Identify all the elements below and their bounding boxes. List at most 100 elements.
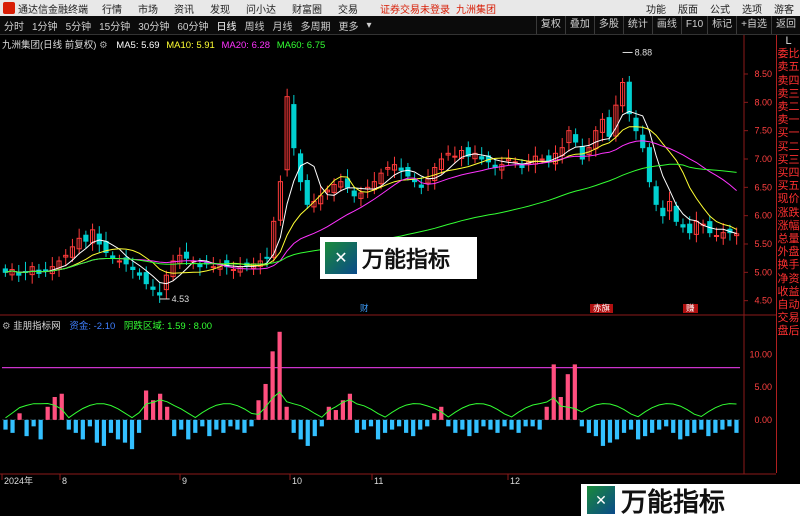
- indicator-bar: [214, 419, 219, 430]
- indicator-bar: [263, 383, 268, 420]
- indicator-bar: [600, 419, 606, 446]
- side-label-0[interactable]: L: [777, 35, 800, 48]
- indicator-bar: [474, 419, 479, 433]
- price-axis-label: 6.00: [754, 211, 772, 221]
- indicator-bar: [727, 419, 732, 427]
- candle-body: [452, 155, 458, 158]
- indicator-bar: [411, 419, 416, 437]
- watermark-logo: ✕ 万能指标: [320, 237, 477, 279]
- side-label-16[interactable]: 外盘: [777, 246, 800, 259]
- side-label-18[interactable]: 净资: [777, 273, 800, 286]
- indicator-bar: [713, 419, 718, 433]
- indicator-bar: [31, 419, 36, 427]
- event-marker-finance[interactable]: 财: [357, 304, 372, 313]
- indicator-bar: [45, 406, 50, 420]
- watermark-text: 万能指标: [362, 248, 451, 273]
- side-label-19[interactable]: 收益: [777, 286, 800, 299]
- indicator-bar: [671, 419, 676, 433]
- indicator-bar: [382, 419, 388, 433]
- side-label-1[interactable]: 委比: [777, 48, 800, 61]
- indicator-bar: [551, 364, 556, 420]
- date-axis-label: 12: [510, 476, 520, 486]
- indicator-bar: [558, 397, 563, 420]
- indicator-bar: [734, 419, 739, 433]
- side-label-22[interactable]: 盘后: [777, 325, 800, 338]
- indicator-bar: [628, 419, 634, 430]
- candle-body: [264, 256, 270, 259]
- candle-body: [640, 134, 646, 149]
- candle-body: [687, 223, 693, 234]
- indicator-bar: [326, 406, 331, 420]
- indicator-bar: [319, 419, 324, 427]
- indicator-bar: [59, 393, 64, 420]
- side-label-11[interactable]: 买五: [777, 180, 800, 193]
- indicator-bar: [3, 419, 8, 430]
- indicator-bar: [172, 419, 177, 437]
- side-label-20[interactable]: 自动: [777, 299, 800, 312]
- price-axis-label: 7.50: [754, 126, 772, 136]
- indicator-bar: [572, 364, 577, 420]
- side-label-9[interactable]: 买三: [777, 154, 800, 167]
- indicator-axis-label: 5.00: [754, 382, 772, 392]
- side-label-17[interactable]: 换手: [777, 259, 800, 272]
- price-axis-label: 8.00: [754, 97, 772, 107]
- side-label-14[interactable]: 涨幅: [777, 220, 800, 233]
- candle-body: [626, 81, 632, 115]
- side-label-12[interactable]: 现价: [777, 193, 800, 206]
- candle-body: [304, 180, 310, 205]
- price-axis-label: 4.50: [754, 296, 772, 306]
- side-label-2[interactable]: 卖五: [777, 61, 800, 74]
- side-label-3[interactable]: 卖四: [777, 75, 800, 88]
- indicator-bar: [460, 419, 465, 430]
- candle-body: [398, 167, 404, 171]
- indicator-bar: [453, 419, 458, 433]
- candle-body: [539, 158, 545, 161]
- indicator-bar: [425, 419, 430, 427]
- indicator-bar: [621, 419, 627, 433]
- candle-body: [197, 263, 203, 268]
- side-label-13[interactable]: 涨跌: [777, 207, 800, 220]
- side-label-15[interactable]: 总量: [777, 233, 800, 246]
- indicator-bar: [657, 419, 662, 430]
- side-label-10[interactable]: 买四: [777, 167, 800, 180]
- indicator-bar: [565, 374, 570, 420]
- side-label-5[interactable]: 卖二: [777, 101, 800, 114]
- indicator-bar: [418, 419, 423, 430]
- price-axis-label: 5.00: [754, 267, 772, 277]
- side-label-21[interactable]: 交易: [777, 312, 800, 325]
- candle-body: [136, 272, 143, 276]
- side-label-6[interactable]: 卖一: [777, 114, 800, 127]
- indicator-bar: [291, 419, 296, 433]
- candle-body: [150, 286, 156, 290]
- candle-body: [183, 251, 190, 259]
- indicator-axis-label: 0.00: [754, 415, 772, 425]
- candle-body: [16, 272, 22, 276]
- settings-gear-icon[interactable]: ⚙: [99, 40, 108, 51]
- indicator-bar: [720, 419, 725, 430]
- indicator-bar: [115, 419, 121, 440]
- indicator-bar: [635, 419, 641, 440]
- date-axis-label: 11: [374, 476, 383, 486]
- indicator-bar: [129, 419, 135, 450]
- indicator-bar: [614, 419, 620, 440]
- indicator-bar: [270, 351, 275, 420]
- indicator-bar: [108, 419, 114, 433]
- price-axis-label: 5.50: [754, 239, 772, 249]
- indicator-gear-icon[interactable]: ⚙: [2, 321, 11, 332]
- candle-body: [405, 167, 411, 177]
- event-marker-gain[interactable]: 赚: [683, 304, 698, 313]
- side-label-7[interactable]: 买一: [777, 127, 800, 140]
- indicator-bar: [73, 419, 78, 433]
- indicator-bar: [579, 419, 584, 427]
- side-label-8[interactable]: 买二: [777, 141, 800, 154]
- candle-body: [680, 224, 686, 228]
- indicator-bar: [502, 419, 507, 427]
- candle-body: [130, 266, 136, 271]
- candle-body: [297, 153, 304, 183]
- indicator-bar: [200, 419, 205, 427]
- event-marker-flag[interactable]: 赤旗: [590, 304, 614, 313]
- side-label-4[interactable]: 卖三: [777, 88, 800, 101]
- indicator-bar: [523, 419, 528, 427]
- ma20-label: MA20: 6.28: [221, 40, 271, 51]
- candle-body: [606, 117, 612, 137]
